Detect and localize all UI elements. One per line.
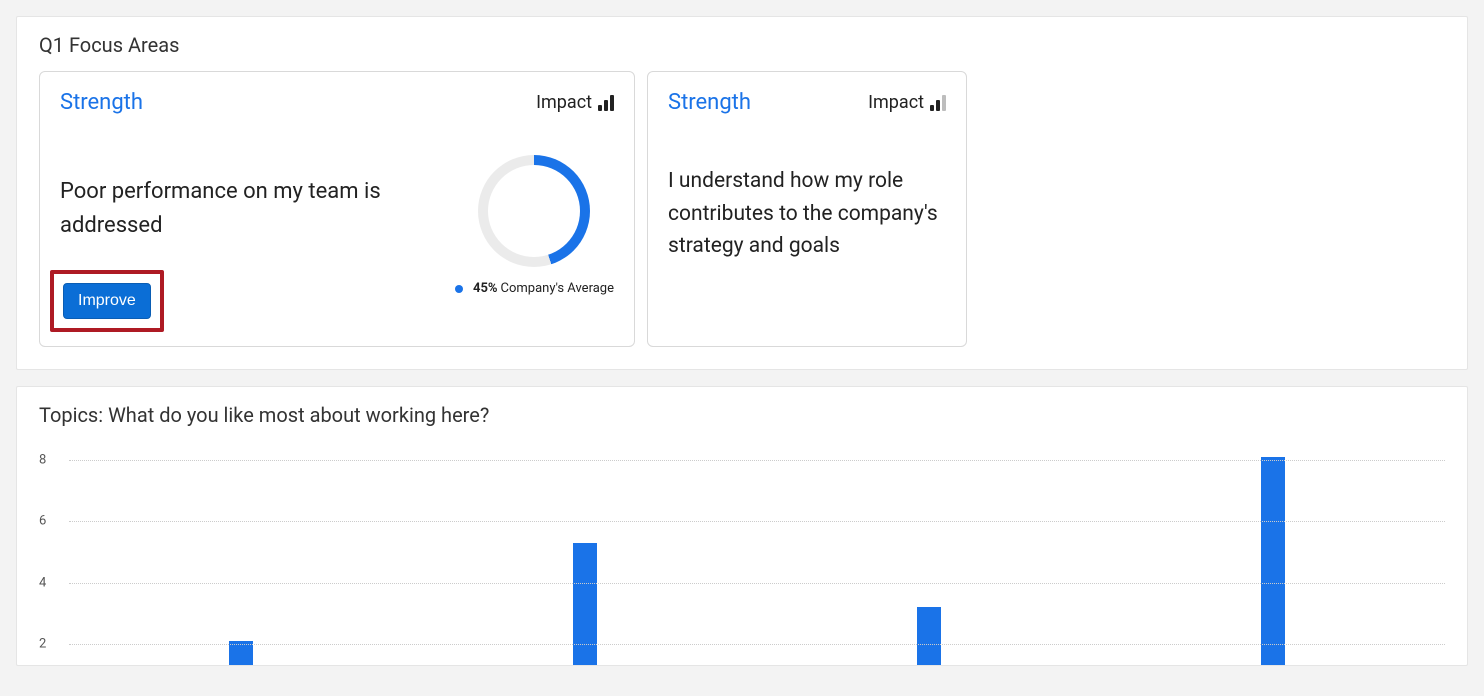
chart-bar: [573, 543, 597, 665]
focus-cards-row: Strength Impact Poor performance on my t…: [39, 71, 1445, 347]
chart-bars: [69, 445, 1445, 665]
grid-line: [69, 583, 1445, 584]
y-tick-label: 6: [39, 514, 46, 529]
impact-label: Impact: [868, 92, 924, 113]
impact-indicator: Impact: [536, 92, 614, 113]
chart-bar: [917, 607, 941, 665]
focus-card: Strength Impact Poor performance on my t…: [39, 71, 635, 347]
y-tick-label: 2: [39, 636, 46, 651]
strength-link[interactable]: Strength: [668, 90, 751, 115]
card-body: I understand how my role contributes to …: [668, 165, 946, 263]
donut-chart-wrap: 45%Company's Average: [455, 155, 614, 296]
donut-percent: 45%: [473, 281, 498, 296]
topics-chart-title: Topics: What do you like most about work…: [39, 403, 1445, 427]
strength-link[interactable]: Strength: [60, 90, 143, 115]
improve-button[interactable]: Improve: [63, 283, 151, 319]
donut-legend-label: Company's Average: [501, 281, 614, 296]
card-header: Strength Impact: [60, 90, 614, 115]
impact-label: Impact: [536, 92, 592, 113]
grid-line: [69, 644, 1445, 645]
card-header: Strength Impact: [668, 90, 946, 115]
donut-chart: [478, 155, 590, 267]
y-tick-label: 4: [39, 575, 46, 590]
impact-bars-icon: [930, 95, 946, 111]
improve-highlight-box: Improve: [50, 270, 164, 332]
card-text: I understand how my role contributes to …: [668, 165, 946, 263]
focus-areas-panel: Q1 Focus Areas Strength Impact Poor perf…: [16, 16, 1468, 370]
impact-bars-icon: [598, 95, 614, 111]
grid-line: [69, 460, 1445, 461]
grid-line: [69, 521, 1445, 522]
chart-bar: [1261, 457, 1285, 665]
topics-chart: 2 4 6 8: [39, 445, 1445, 665]
impact-indicator: Impact: [868, 92, 946, 113]
focus-card: Strength Impact I understand how my role…: [647, 71, 967, 347]
topics-chart-panel: Topics: What do you like most about work…: [16, 386, 1468, 666]
y-tick-label: 8: [39, 453, 46, 468]
card-text: Poor performance on my team is addressed: [60, 175, 435, 243]
focus-areas-title: Q1 Focus Areas: [39, 33, 1445, 57]
donut-legend: 45%Company's Average: [455, 281, 614, 296]
